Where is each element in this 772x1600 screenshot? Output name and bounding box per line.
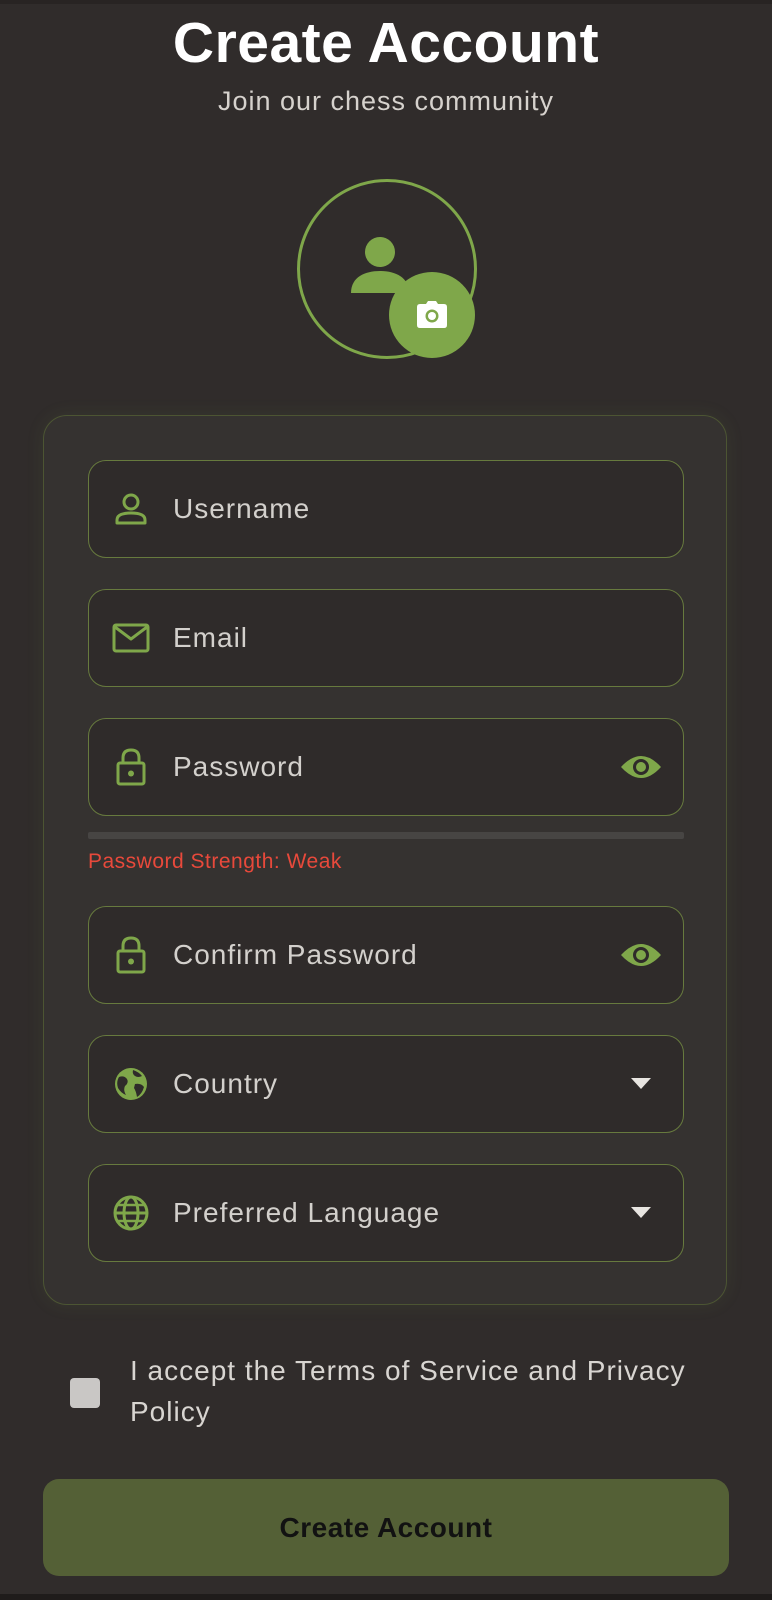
eye-icon: [621, 944, 661, 966]
mail-icon: [109, 616, 153, 660]
top-edge: [0, 0, 772, 4]
toggle-password-visibility-button[interactable]: [617, 743, 665, 791]
username-field[interactable]: Username: [88, 460, 684, 558]
username-label: Username: [173, 493, 311, 524]
terms-checkbox[interactable]: [70, 1378, 100, 1408]
page-subtitle: Join our chess community: [217, 86, 555, 116]
password-strength-text: Password Strength: Weak: [88, 850, 342, 873]
lock-icon: [109, 933, 153, 977]
email-label: Email: [173, 622, 249, 653]
password-field[interactable]: Password: [88, 718, 684, 816]
email-field[interactable]: Email: [88, 589, 684, 687]
dropdown-arrow-icon[interactable]: [617, 1189, 665, 1237]
public-globe-icon: [109, 1062, 153, 1106]
password-label: Password: [173, 751, 304, 782]
change-photo-button[interactable]: [389, 272, 475, 358]
avatar-picker[interactable]: [297, 179, 477, 359]
terms-row: I accept the Terms of Service and Privac…: [70, 1350, 720, 1440]
country-label: Country: [173, 1068, 279, 1099]
create-account-button[interactable]: Create Account: [43, 1479, 729, 1576]
password-strength-bar: [88, 832, 684, 839]
confirm-password-label: Confirm Password: [173, 939, 418, 970]
language-globe-icon: [109, 1191, 153, 1235]
lock-icon: [109, 745, 153, 789]
person-outline-icon: [109, 487, 153, 531]
country-select[interactable]: Country: [88, 1035, 684, 1133]
confirm-password-field[interactable]: Confirm Password: [88, 906, 684, 1004]
page-title: Create Account: [172, 11, 600, 75]
toggle-confirm-password-visibility-button[interactable]: [617, 931, 665, 979]
dropdown-arrow-icon[interactable]: [617, 1060, 665, 1108]
eye-icon: [621, 756, 661, 778]
preferred-language-label: Preferred Language: [173, 1197, 441, 1228]
terms-label[interactable]: I accept the Terms of Service and Privac…: [130, 1350, 730, 1432]
bottom-edge: [0, 1594, 772, 1600]
preferred-language-select[interactable]: Preferred Language: [88, 1164, 684, 1262]
camera-icon: [417, 301, 447, 328]
